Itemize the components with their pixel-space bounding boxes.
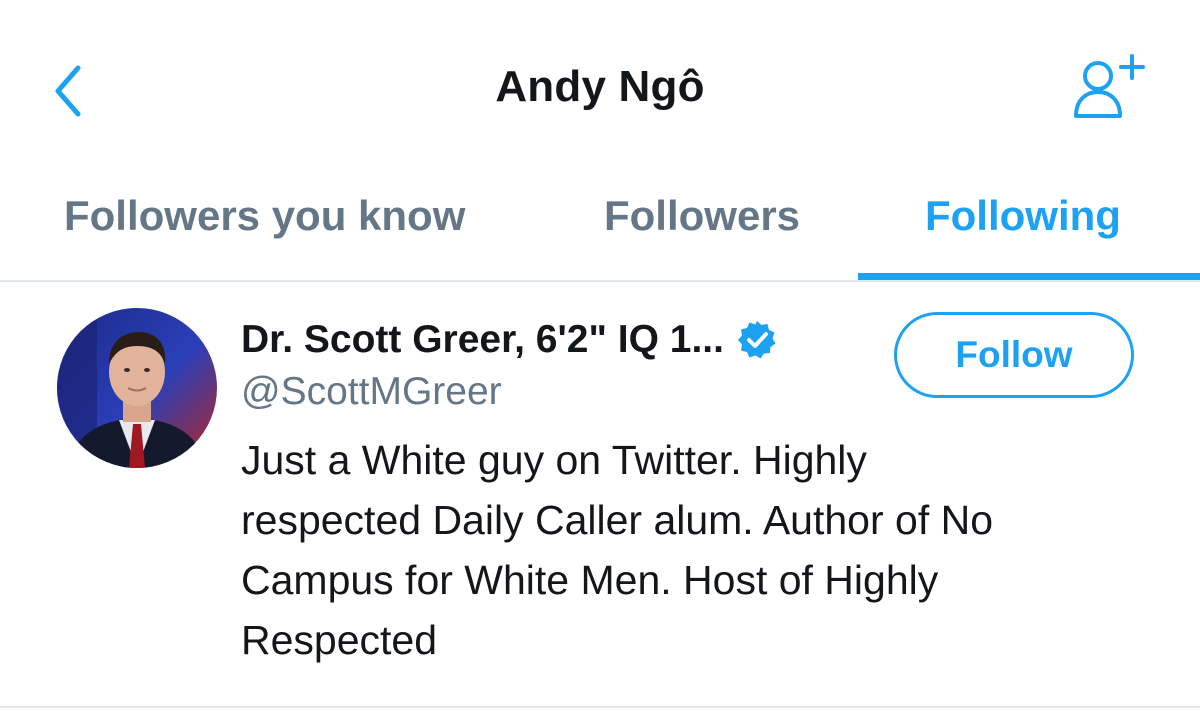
tab-followers-you-know[interactable]: Followers you know bbox=[64, 192, 465, 280]
page-title: Andy Ngô bbox=[495, 62, 705, 111]
user-name-row: Dr. Scott Greer, 6'2" IQ 1... bbox=[241, 312, 778, 368]
bio-line: Campus for White Men. Host of Highly bbox=[241, 557, 939, 603]
user-list-item[interactable]: Dr. Scott Greer, 6'2" IQ 1... @ScottMGre… bbox=[0, 282, 1200, 708]
verified-badge-icon bbox=[737, 321, 776, 359]
bio-line: respected Daily Caller alum. Author of N… bbox=[241, 497, 994, 543]
user-handle: @ScottMGreer bbox=[241, 370, 502, 413]
avatar[interactable] bbox=[57, 308, 217, 468]
add-user-icon[interactable] bbox=[1064, 50, 1150, 126]
divider bbox=[0, 706, 1200, 708]
tab-bar: Followers you know Followers Following bbox=[0, 180, 1200, 282]
bio-line: Just a White guy on Twitter. Highly bbox=[241, 437, 867, 483]
tab-following[interactable]: Following bbox=[925, 192, 1121, 280]
bio-line: Respected bbox=[241, 617, 438, 663]
selected-tab-indicator bbox=[858, 273, 1200, 280]
follow-button[interactable]: Follow bbox=[894, 312, 1134, 398]
navigation-bar: Andy Ngô bbox=[0, 0, 1200, 180]
user-bio: Just a White guy on Twitter. Highly resp… bbox=[241, 430, 1141, 670]
user-display-name: Dr. Scott Greer, 6'2" IQ 1... bbox=[241, 318, 724, 361]
tab-followers[interactable]: Followers bbox=[604, 192, 800, 280]
